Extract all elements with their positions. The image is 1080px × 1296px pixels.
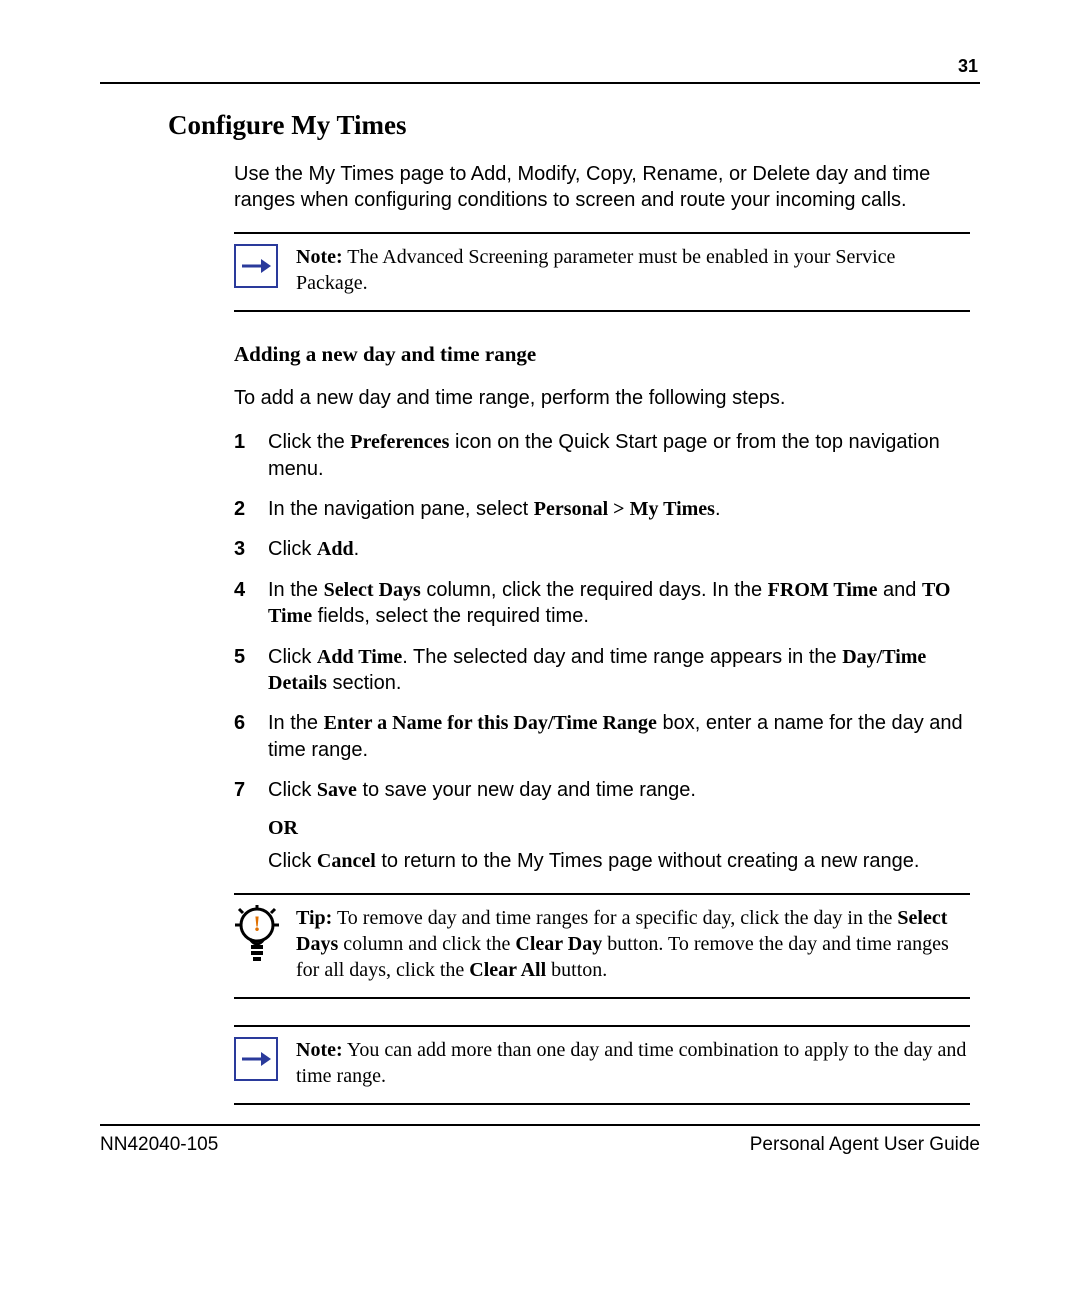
text: . The selected day and time range appear… bbox=[402, 646, 842, 668]
text: In the bbox=[268, 712, 324, 734]
note-text: Note: The Advanced Screening parameter m… bbox=[296, 244, 970, 296]
text: to save your new day and time range. bbox=[357, 779, 696, 801]
alt-step: Click Cancel to return to the My Times p… bbox=[268, 848, 970, 874]
step-number: 5 bbox=[234, 644, 268, 670]
doc-number: NN42040-105 bbox=[100, 1134, 218, 1156]
tip-label: Tip: bbox=[296, 907, 332, 929]
subsection-heading: Adding a new day and time range bbox=[234, 342, 970, 367]
bold-term: Save bbox=[317, 779, 357, 801]
section-heading: Configure My Times bbox=[168, 110, 980, 141]
step-item: 7 Click Save to save your new day and ti… bbox=[234, 777, 970, 803]
or-separator: OR bbox=[268, 817, 970, 840]
tip-callout: ! Tip: To remove day and time ranges for… bbox=[234, 893, 970, 999]
content-block: Use the My Times page to Add, Modify, Co… bbox=[234, 161, 970, 1105]
svg-text:!: ! bbox=[253, 911, 260, 936]
intro-paragraph: Use the My Times page to Add, Modify, Co… bbox=[234, 161, 970, 214]
note-body: You can add more than one day and time c… bbox=[296, 1039, 966, 1087]
step-number: 7 bbox=[234, 777, 268, 803]
text: Click bbox=[268, 850, 317, 872]
tip-icon-box: ! bbox=[234, 905, 280, 972]
step-body: In the Enter a Name for this Day/Time Ra… bbox=[268, 710, 970, 763]
step-item: 5 Click Add Time. The selected day and t… bbox=[234, 644, 970, 697]
step-number: 2 bbox=[234, 496, 268, 522]
arrow-right-icon bbox=[234, 244, 278, 288]
note-text: Note: You can add more than one day and … bbox=[296, 1037, 970, 1089]
text: Click bbox=[268, 646, 317, 668]
note-icon-box bbox=[234, 244, 280, 288]
step-item: 3 Click Add. bbox=[234, 536, 970, 562]
step-body: Click Add Time. The selected day and tim… bbox=[268, 644, 970, 697]
step-item: 2 In the navigation pane, select Persona… bbox=[234, 496, 970, 522]
lightbulb-icon: ! bbox=[234, 905, 280, 967]
bold-term: Clear Day bbox=[515, 933, 602, 955]
text: button. bbox=[546, 959, 607, 981]
step-item: 6 In the Enter a Name for this Day/Time … bbox=[234, 710, 970, 763]
tip-text: Tip: To remove day and time ranges for a… bbox=[296, 905, 970, 983]
text: In the bbox=[268, 579, 324, 601]
step-body: Click Add. bbox=[268, 536, 970, 562]
step-item: 4 In the Select Days column, click the r… bbox=[234, 577, 970, 630]
bold-term: Add bbox=[317, 538, 354, 560]
note-callout: Note: The Advanced Screening parameter m… bbox=[234, 232, 970, 312]
doc-title: Personal Agent User Guide bbox=[750, 1134, 980, 1156]
bold-term: Personal > My Times bbox=[534, 498, 715, 520]
bold-term: Clear All bbox=[469, 959, 546, 981]
step-number: 1 bbox=[234, 429, 268, 455]
step-body: Click the Preferences icon on the Quick … bbox=[268, 429, 970, 482]
footer-rule bbox=[100, 1124, 980, 1126]
text: Click the bbox=[268, 431, 350, 453]
text: To remove day and time ranges for a spec… bbox=[332, 907, 897, 929]
bold-term: Select Days bbox=[324, 579, 421, 601]
text: column and click the bbox=[338, 933, 515, 955]
header-rule bbox=[100, 82, 980, 84]
step-item: 1 Click the Preferences icon on the Quic… bbox=[234, 429, 970, 482]
bold-term: Cancel bbox=[317, 850, 376, 872]
text: column, click the required days. In the bbox=[421, 579, 768, 601]
note-label: Note: bbox=[296, 1039, 343, 1061]
step-body: In the Select Days column, click the req… bbox=[268, 577, 970, 630]
note-body: The Advanced Screening parameter must be… bbox=[296, 246, 895, 294]
step-number: 3 bbox=[234, 536, 268, 562]
document-page: 31 Configure My Times Use the My Times p… bbox=[0, 0, 1080, 1296]
text: Click bbox=[268, 538, 317, 560]
text: In the navigation pane, select bbox=[268, 498, 534, 520]
steps-list: 1 Click the Preferences icon on the Quic… bbox=[234, 429, 970, 803]
step-number: 4 bbox=[234, 577, 268, 603]
text: Click bbox=[268, 779, 317, 801]
text: . bbox=[715, 498, 721, 520]
text: fields, select the required time. bbox=[312, 605, 589, 627]
footer-row: NN42040-105 Personal Agent User Guide bbox=[100, 1134, 980, 1156]
note-label: Note: bbox=[296, 246, 343, 268]
lead-paragraph: To add a new day and time range, perform… bbox=[234, 385, 970, 411]
text: section. bbox=[327, 672, 401, 694]
text: . bbox=[354, 538, 360, 560]
bold-term: Enter a Name for this Day/Time Range bbox=[324, 712, 657, 734]
step-body: Click Save to save your new day and time… bbox=[268, 777, 970, 803]
text: to return to the My Times page without c… bbox=[376, 850, 920, 872]
note-icon-box bbox=[234, 1037, 280, 1081]
text: and bbox=[877, 579, 921, 601]
page-number: 31 bbox=[958, 56, 978, 77]
bold-term: FROM Time bbox=[768, 579, 878, 601]
page-footer: NN42040-105 Personal Agent User Guide bbox=[100, 1124, 980, 1156]
step-number: 6 bbox=[234, 710, 268, 736]
arrow-right-icon bbox=[234, 1037, 278, 1081]
bold-term: Preferences bbox=[350, 431, 449, 453]
note-callout: Note: You can add more than one day and … bbox=[234, 1025, 970, 1105]
step-body: In the navigation pane, select Personal … bbox=[268, 496, 970, 522]
bold-term: Add Time bbox=[317, 646, 402, 668]
